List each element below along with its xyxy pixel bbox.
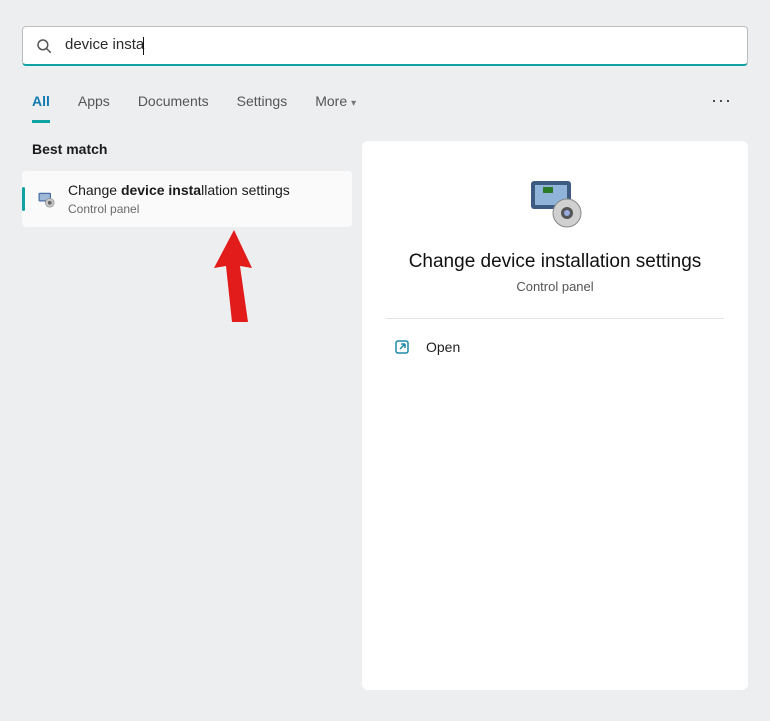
open-icon	[394, 339, 410, 355]
open-label: Open	[426, 339, 460, 355]
results-column: Best match Change device installation se…	[22, 141, 352, 690]
search-box[interactable]: device insta	[22, 26, 748, 66]
device-settings-icon-large	[523, 177, 587, 229]
result-subtitle: Control panel	[68, 201, 290, 217]
result-item[interactable]: Change device installation settings Cont…	[22, 171, 352, 227]
tab-all[interactable]: All	[32, 87, 50, 115]
detail-pane: Change device installation settings Cont…	[362, 141, 748, 690]
tab-apps[interactable]: Apps	[78, 87, 110, 115]
search-icon	[35, 37, 53, 55]
open-action[interactable]: Open	[386, 333, 724, 361]
tab-settings[interactable]: Settings	[237, 87, 288, 115]
text-caret	[143, 37, 144, 55]
tab-more[interactable]: More▾	[315, 87, 356, 115]
overflow-menu-button[interactable]: ···	[705, 86, 738, 115]
detail-title: Change device installation settings	[409, 251, 702, 273]
divider	[386, 318, 724, 319]
detail-subtitle: Control panel	[516, 279, 593, 294]
tab-documents[interactable]: Documents	[138, 87, 209, 115]
filter-tabs: All Apps Documents Settings More▾ ···	[0, 86, 770, 115]
search-input[interactable]: device insta	[65, 36, 735, 54]
chevron-down-icon: ▾	[351, 98, 356, 109]
device-settings-icon	[36, 189, 56, 209]
result-title: Change device installation settings	[68, 181, 290, 200]
section-title-best-match: Best match	[32, 141, 352, 157]
